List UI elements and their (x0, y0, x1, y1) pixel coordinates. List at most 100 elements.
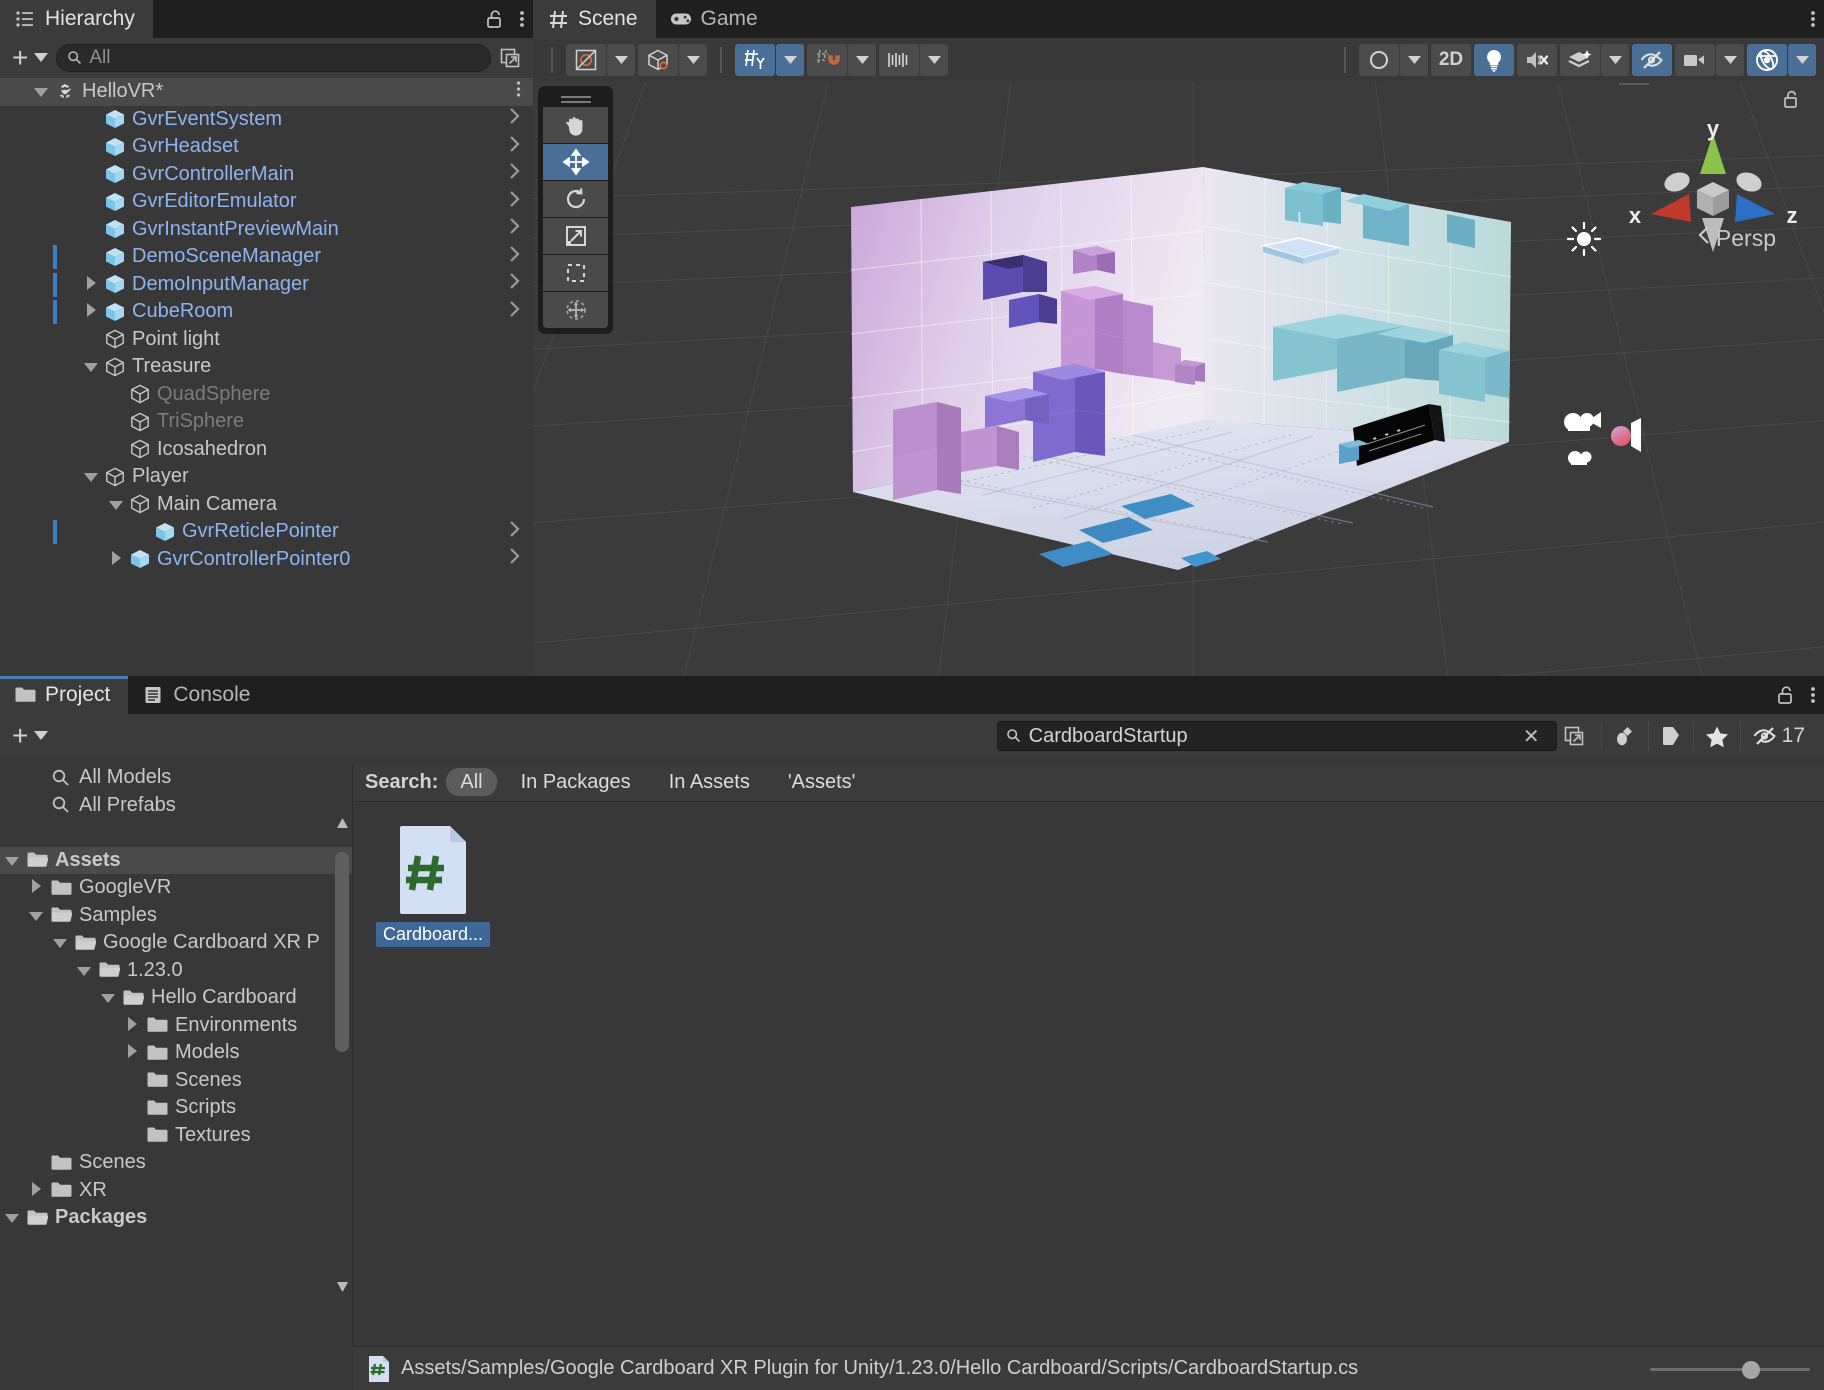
clear-x-icon[interactable]: ✕ (1515, 724, 1548, 749)
kebab-menu-icon[interactable] (1810, 8, 1816, 30)
grid-axis-y-dropdown[interactable] (776, 44, 804, 76)
hierarchy-row-twisty[interactable] (30, 80, 52, 103)
camera-settings[interactable] (1675, 44, 1715, 76)
twisty-expanded-icon[interactable] (5, 849, 19, 872)
tab-project[interactable]: Project (0, 676, 128, 714)
hand-tool[interactable] (543, 107, 608, 143)
scene-tools-overlay[interactable] (538, 86, 613, 334)
hierarchy-row[interactable]: Main Camera (0, 491, 533, 519)
scene-orientation-gizmo[interactable]: y x z (1620, 100, 1806, 290)
gizmo-2d-3d-dropdown[interactable] (679, 44, 707, 76)
hierarchy-row[interactable]: GvrEventSystem (0, 106, 533, 134)
filter-by-label[interactable] (1648, 721, 1693, 751)
project-tree-row[interactable]: Packages (0, 1204, 352, 1232)
project-tree-row[interactable]: Samples (0, 902, 352, 930)
project-tree-row[interactable]: Textures (0, 1122, 352, 1150)
tab-game[interactable]: Game (656, 0, 776, 38)
scroll-up-arrow-icon[interactable] (336, 816, 349, 834)
project-tree-row[interactable]: All Models (0, 764, 352, 792)
project-search-input[interactable]: CardboardStartup ✕ (997, 721, 1557, 751)
prefab-open-chevron-icon[interactable] (509, 135, 521, 159)
project-tree-row[interactable]: Scripts (0, 1094, 352, 1122)
project-tree-row[interactable]: Models (0, 1039, 352, 1067)
project-row-twisty[interactable] (72, 959, 96, 982)
lock-open-icon[interactable] (485, 8, 505, 30)
twisty-expanded-icon[interactable] (77, 959, 91, 982)
scroll-down-arrow-icon[interactable] (336, 1280, 349, 1298)
twisty-expanded-icon[interactable] (84, 465, 98, 488)
hierarchy-row-twisty[interactable] (105, 493, 127, 516)
twisty-expanded-icon[interactable] (5, 1206, 19, 1229)
project-tree-row[interactable]: Assets (0, 847, 352, 875)
rect-tool[interactable] (543, 255, 608, 291)
project-row-twisty[interactable] (120, 1014, 144, 1037)
effects-fx[interactable] (1560, 44, 1600, 76)
grid-snapping-dropdown[interactable] (848, 44, 876, 76)
tab-console[interactable]: Console (128, 676, 268, 714)
hierarchy-row[interactable]: TriSphere (0, 408, 533, 436)
twisty-expanded-icon[interactable] (84, 355, 98, 378)
twisty-collapsed-icon[interactable] (86, 273, 96, 296)
kebab-menu-icon[interactable] (519, 8, 525, 30)
project-tree-scrollbar[interactable] (335, 816, 349, 1298)
scene-visibility[interactable] (1632, 44, 1672, 76)
gizmo-2d-3d[interactable] (638, 44, 678, 76)
overlay-drag-handle[interactable] (543, 92, 608, 106)
hierarchy-row[interactable]: GvrHeadset (0, 133, 533, 161)
project-row-twisty[interactable] (120, 1041, 144, 1064)
prefab-open-chevron-icon[interactable] (509, 300, 521, 324)
tab-scene[interactable]: Scene (533, 0, 656, 38)
asset-thumbnail-zoom-slider[interactable] (1650, 1359, 1810, 1379)
scene-context-menu-icon[interactable] (516, 80, 521, 104)
hierarchy-row[interactable]: GvrEditorEmulator (0, 188, 533, 216)
toggle-audio[interactable] (1517, 44, 1557, 76)
effects-fx-dropdown[interactable] (1601, 44, 1629, 76)
hierarchy-row[interactable]: Treasure (0, 353, 533, 381)
scrollbar-thumb[interactable] (335, 852, 349, 1052)
rotate-tool[interactable] (543, 181, 608, 217)
project-tree-row[interactable]: GoogleVR (0, 874, 352, 902)
gizmos-toggle[interactable] (1747, 44, 1787, 76)
draw-mode-shaded[interactable] (566, 44, 606, 76)
project-row-twisty[interactable] (24, 876, 48, 899)
project-asset-grid[interactable]: Cardboard... (353, 802, 1824, 1346)
twisty-collapsed-icon[interactable] (127, 1041, 137, 1064)
filter-by-type[interactable] (1601, 721, 1648, 751)
hidden-count[interactable]: 17 (1740, 721, 1816, 751)
project-add-button[interactable]: + (8, 721, 52, 751)
project-tree-row[interactable]: Hello Cardboard (0, 984, 352, 1012)
twisty-collapsed-icon[interactable] (111, 548, 121, 571)
scene-lighting-mode-dropdown[interactable] (1400, 44, 1428, 76)
scene-projection-mode[interactable]: Persp (1696, 224, 1776, 252)
filter-favorites[interactable] (1693, 721, 1740, 751)
project-folder-tree[interactable]: All Models All Prefabs Assets GoogleVR S… (0, 764, 353, 1346)
hierarchy-add-button[interactable]: + (8, 43, 52, 73)
increment-snapping[interactable] (879, 44, 919, 76)
asset-item[interactable]: Cardboard... (379, 824, 487, 947)
slider-knob[interactable] (1742, 1361, 1760, 1379)
hierarchy-row[interactable]: GvrControllerPointer0 (0, 546, 533, 574)
hierarchy-row-twisty[interactable] (80, 465, 102, 488)
project-tree-row[interactable]: Scenes (0, 1149, 352, 1177)
hierarchy-row[interactable]: Player (0, 463, 533, 491)
hierarchy-row[interactable]: DemoSceneManager (0, 243, 533, 271)
hierarchy-row[interactable]: Icosahedron (0, 436, 533, 464)
hierarchy-row[interactable]: GvrReticlePointer (0, 518, 533, 546)
lock-open-icon[interactable] (1776, 684, 1796, 706)
prefab-open-chevron-icon[interactable] (509, 245, 521, 269)
gizmo-drag-handle[interactable] (1619, 82, 1649, 85)
twisty-expanded-icon[interactable] (53, 931, 67, 954)
project-search-popout-button[interactable] (1559, 722, 1589, 750)
project-row-twisty[interactable] (24, 1179, 48, 1202)
twisty-collapsed-icon[interactable] (127, 1014, 137, 1037)
gizmos-toggle-dropdown[interactable] (1788, 44, 1816, 76)
transform-tool[interactable] (543, 292, 608, 328)
search-scope-inassets[interactable]: In Assets (655, 768, 764, 796)
project-tree-row[interactable]: XR (0, 1177, 352, 1205)
toggle-lighting[interactable] (1474, 44, 1514, 76)
prefab-open-chevron-icon[interactable] (509, 162, 521, 186)
hierarchy-tree[interactable]: HelloVR*GvrEventSystemGvrHeadsetGvrContr… (0, 78, 533, 676)
project-tree-row[interactable]: Google Cardboard XR P (0, 929, 352, 957)
hierarchy-row-twisty[interactable] (80, 355, 102, 378)
project-row-twisty[interactable] (24, 904, 48, 927)
